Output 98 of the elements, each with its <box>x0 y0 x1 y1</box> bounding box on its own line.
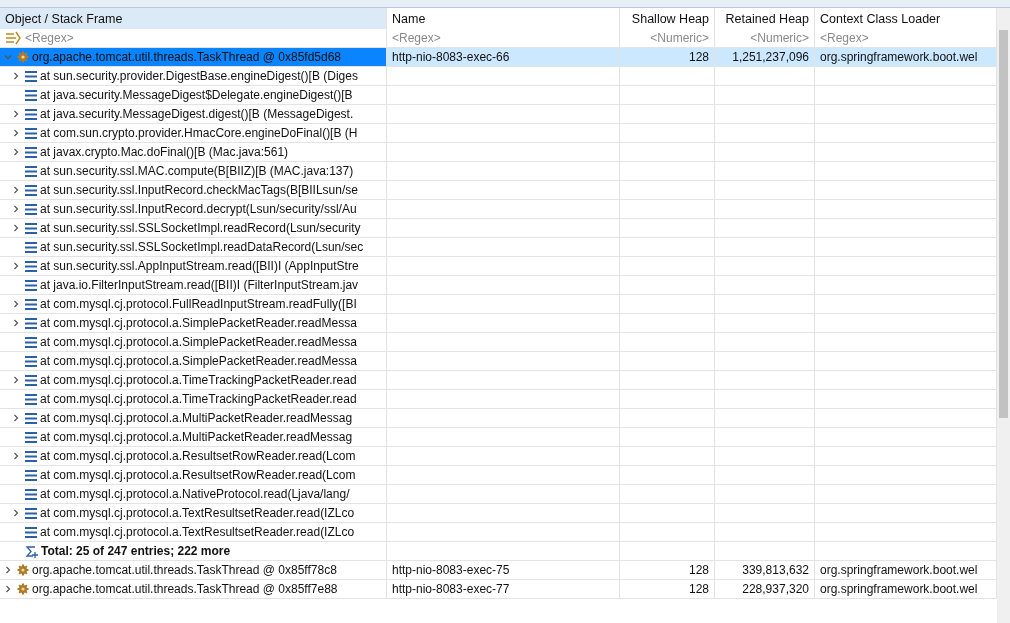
stack-frame-icon <box>25 450 37 462</box>
total-entries-text: Total: 25 of 247 entries; 222 more <box>41 544 231 558</box>
object-cell: org.apache.tomcat.util.threads.TaskThread @ 0x85ff7e88 <box>32 582 338 596</box>
expand-chevron-icon[interactable] <box>12 205 20 213</box>
gear-icon <box>17 564 29 576</box>
stack-frame-icon <box>25 184 37 196</box>
stack-frame-icon <box>25 108 37 120</box>
retained-heap-cell: 1,251,237,096 <box>732 50 809 64</box>
expand-chevron-icon[interactable] <box>12 414 20 422</box>
expand-chevron-icon[interactable] <box>12 148 20 156</box>
expand-chevron-icon[interactable] <box>12 224 20 232</box>
stack-frame-icon <box>25 89 37 101</box>
thread-row[interactable]: org.apache.tomcat.util.threads.TaskThread @ 0x85ff78c8 http-nio-8083-exec-75 128 339,813,632 org.springframework.boot.wel <box>0 561 997 580</box>
stack-frame-icon <box>25 146 37 158</box>
stack-frame-text: at com.mysql.cj.protocol.a.TimeTrackingPacketReader.read <box>40 373 357 387</box>
expand-chevron-icon[interactable] <box>12 509 20 517</box>
column-header[interactable]: Object / Stack Frame <box>0 8 387 29</box>
object-cell: org.apache.tomcat.util.threads.TaskThread @ 0x85ff78c8 <box>32 563 337 577</box>
stack-frame-icon <box>25 393 37 405</box>
expand-chevron-icon[interactable] <box>12 110 20 118</box>
name-cell: http-nio-8083-exec-77 <box>392 582 510 596</box>
thread-row[interactable]: org.apache.tomcat.util.threads.TaskThread @ 0x85fd5d68 http-nio-8083-exec-66 128 1,251,237,096 org.springframework.boot.wel <box>0 48 997 67</box>
stack-frame-text: at com.mysql.cj.protocol.a.TimeTrackingPacketReader.read <box>40 392 357 406</box>
expand-chevron-icon[interactable] <box>12 72 20 80</box>
stack-frame-text: at com.mysql.cj.protocol.a.MultiPacketReader.readMessag <box>40 411 353 425</box>
scrollbar-thumb[interactable] <box>999 30 1008 418</box>
stack-frame-text: at com.sun.crypto.provider.HmacCore.engineDoFinal()[B (H <box>40 126 358 140</box>
class-loader-cell: org.springframework.boot.wel <box>820 582 978 596</box>
filter-field[interactable]: <Numeric> <box>750 31 809 45</box>
retained-heap-cell: 339,813,632 <box>742 563 809 577</box>
expand-chevron-icon[interactable] <box>12 262 20 270</box>
stack-frame-text: at javax.crypto.Mac.doFinal()[B (Mac.java:561) <box>40 145 289 159</box>
shallow-heap-cell: 128 <box>688 563 709 577</box>
stack-frame-text: at sun.security.provider.DigestBase.engineDigest()[B (Diges <box>40 69 358 83</box>
shallow-heap-cell: 128 <box>688 582 709 596</box>
stack-frame-icon <box>25 469 37 481</box>
stack-frame-icon <box>25 412 37 424</box>
stack-frame-icon <box>25 488 37 500</box>
class-loader-cell: org.springframework.boot.wel <box>820 563 978 577</box>
expand-chevron-icon[interactable] <box>4 585 12 593</box>
expand-chevron-icon[interactable] <box>12 452 20 460</box>
thread-row[interactable]: org.apache.tomcat.util.threads.TaskThread @ 0x85ff7e88 http-nio-8083-exec-77 128 228,937,320 org.springframework.boot.wel <box>0 580 997 599</box>
stack-frame-text: at java.security.MessageDigest.digest()[B (MessageDigest. <box>40 107 354 121</box>
expand-chevron-icon[interactable] <box>12 300 20 308</box>
stack-frame-text: at java.security.MessageDigest$Delegate.engineDigest()[B <box>40 88 353 102</box>
stack-frame-icon <box>25 431 37 443</box>
stack-frame-icon <box>25 165 37 177</box>
stack-frame-text: at com.mysql.cj.protocol.a.MultiPacketReader.readMessag <box>40 430 353 444</box>
stack-frame-icon <box>25 222 37 234</box>
object-cell: org.apache.tomcat.util.threads.TaskThread @ 0x85fd5d68 <box>32 50 342 64</box>
filter-field[interactable]: <Regex> <box>392 31 441 45</box>
stack-frame-text: at com.mysql.cj.protocol.a.TextResultsetReader.read(IZLco <box>40 506 355 520</box>
gear-icon <box>17 583 29 595</box>
stack-frame-text: at sun.security.ssl.InputRecord.checkMacTags(B[BIILsun/se <box>40 183 358 197</box>
stack-frame-text: at sun.security.ssl.SSLSocketImpl.readRecord(Lsun/security <box>40 221 361 235</box>
stack-frame-icon <box>25 336 37 348</box>
stack-frame-text: at com.mysql.cj.protocol.a.NativeProtocol.read(Ljava/lang/ <box>40 487 350 501</box>
stack-frame-text: at com.mysql.cj.protocol.a.TextResultsetReader.read(IZLco <box>40 525 355 539</box>
expand-chevron-icon[interactable] <box>12 376 20 384</box>
filter-field[interactable]: <Regex> <box>820 31 869 45</box>
stack-frame-icon <box>25 507 37 519</box>
name-cell: http-nio-8083-exec-75 <box>392 563 510 577</box>
filter-icon <box>5 31 21 45</box>
name-cell: http-nio-8083-exec-66 <box>392 50 510 64</box>
stack-frame-text: at sun.security.ssl.MAC.compute(B[BIIZ)[B (MAC.java:137) <box>40 164 354 178</box>
scrollbar[interactable] <box>997 8 1010 623</box>
stack-frame-text: at sun.security.ssl.SSLSocketImpl.readDataRecord(Lsun/sec <box>40 240 364 254</box>
expand-chevron-icon[interactable] <box>12 319 20 327</box>
stack-frame-text: at sun.security.ssl.AppInputStream.read([BII)I (AppInputStre <box>40 259 359 273</box>
stack-frame-icon <box>25 203 37 215</box>
stack-frame-text: at com.mysql.cj.protocol.a.SimplePacketReader.readMessa <box>40 335 357 349</box>
stack-frame-icon <box>25 526 37 538</box>
filter-field[interactable]: <Numeric> <box>650 31 709 45</box>
stack-frame-text: at com.mysql.cj.protocol.a.SimplePacketReader.readMessa <box>40 316 357 330</box>
stack-frame-icon <box>25 241 37 253</box>
stack-frame-text: at com.mysql.cj.protocol.a.ResultsetRowReader.read(Lcom <box>40 449 356 463</box>
retained-heap-cell: 228,937,320 <box>742 582 809 596</box>
gear-icon <box>17 51 29 63</box>
filter-field[interactable]: <Regex> <box>25 31 74 45</box>
stack-frame-icon <box>25 70 37 82</box>
stack-frame-icon <box>25 127 37 139</box>
stack-frame-text: at com.mysql.cj.protocol.FullReadInputStream.readFully([BI <box>40 297 357 311</box>
expand-chevron-icon[interactable] <box>12 186 20 194</box>
stack-frame-icon <box>25 279 37 291</box>
stack-frame-icon <box>25 260 37 272</box>
class-loader-cell: org.springframework.boot.wel <box>820 50 978 64</box>
stack-frame-text: at com.mysql.cj.protocol.a.SimplePacketReader.readMessa <box>40 354 357 368</box>
sum-icon <box>25 544 38 558</box>
expand-chevron-icon[interactable] <box>12 129 20 137</box>
stack-frame-icon <box>25 374 37 386</box>
stack-frame-icon <box>25 317 37 329</box>
expand-chevron-icon[interactable] <box>4 566 12 574</box>
stack-frame-icon <box>25 298 37 310</box>
stack-frame-icon <box>25 355 37 367</box>
shallow-heap-cell: 128 <box>688 50 709 64</box>
stack-frame-text: at com.mysql.cj.protocol.a.ResultsetRowReader.read(Lcom <box>40 468 356 482</box>
stack-frame-text: at java.io.FilterInputStream.read([BII)I (FilterInputStream.jav <box>40 278 359 292</box>
stack-frame-text: at sun.security.ssl.InputRecord.decrypt(Lsun/security/ssl/Au <box>40 202 357 216</box>
